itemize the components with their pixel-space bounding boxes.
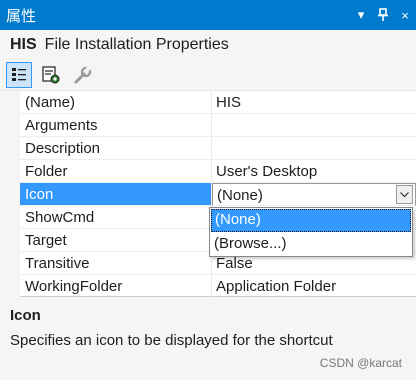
combobox-value: (None) — [217, 187, 263, 204]
categorized-icon — [12, 68, 26, 81]
wrench-button[interactable] — [70, 62, 96, 88]
property-pages-icon — [42, 66, 60, 84]
description-title: Icon — [10, 307, 41, 324]
property-toolbar — [0, 60, 416, 90]
property-row-icon[interactable]: Icon (None) — [20, 183, 416, 206]
wrench-icon — [74, 66, 92, 84]
property-value[interactable]: User's Desktop — [212, 160, 416, 183]
property-grid: (Name) HIS Arguments Description Folder … — [0, 90, 416, 298]
watermark: CSDN @karcat — [319, 356, 402, 370]
icon-dropdown-list: (None) (Browse...) — [209, 207, 413, 257]
property-name: ShowCmd — [20, 206, 212, 229]
description-text: Specifies an icon to be displayed for th… — [10, 332, 333, 349]
categorized-button[interactable] — [6, 62, 32, 88]
property-name: (Name) — [20, 91, 212, 114]
icon-combobox[interactable]: (None) — [212, 183, 416, 206]
property-value[interactable] — [212, 114, 416, 137]
description-pane: Icon Specifies an icon to be displayed f… — [0, 297, 416, 380]
grid-gutter — [0, 91, 20, 298]
object-name: HIS — [10, 36, 37, 53]
property-pages-button[interactable] — [38, 62, 64, 88]
dropdown-option-browse[interactable]: (Browse...) — [211, 233, 411, 256]
property-name: WorkingFolder — [20, 275, 212, 298]
property-name: Icon — [20, 183, 212, 206]
property-value[interactable]: Application Folder — [212, 275, 416, 298]
property-name: Transitive — [20, 252, 212, 275]
pin-icon[interactable] — [372, 0, 394, 30]
property-row-name[interactable]: (Name) HIS — [20, 91, 416, 114]
property-row-arguments[interactable]: Arguments — [20, 114, 416, 137]
property-name: Target — [20, 229, 212, 252]
panel-title: 属性 — [6, 7, 37, 25]
property-row-folder[interactable]: Folder User's Desktop — [20, 160, 416, 183]
property-value[interactable]: HIS — [212, 91, 416, 114]
chevron-down-icon[interactable]: ▾ — [350, 0, 372, 30]
property-name: Arguments — [20, 114, 212, 137]
property-row-workingfolder[interactable]: WorkingFolder Application Folder — [20, 275, 416, 298]
chevron-down-icon[interactable] — [396, 185, 413, 204]
property-name: Description — [20, 137, 212, 160]
dropdown-option-none[interactable]: (None) — [211, 209, 411, 232]
panel-titlebar: 属性 ▾ × — [0, 0, 416, 30]
property-value[interactable] — [212, 137, 416, 160]
property-row-description[interactable]: Description — [20, 137, 416, 160]
close-icon[interactable]: × — [394, 0, 416, 30]
object-header[interactable]: HIS File Installation Properties — [0, 30, 416, 60]
object-type: File Installation Properties — [44, 36, 229, 53]
property-name: Folder — [20, 160, 212, 183]
